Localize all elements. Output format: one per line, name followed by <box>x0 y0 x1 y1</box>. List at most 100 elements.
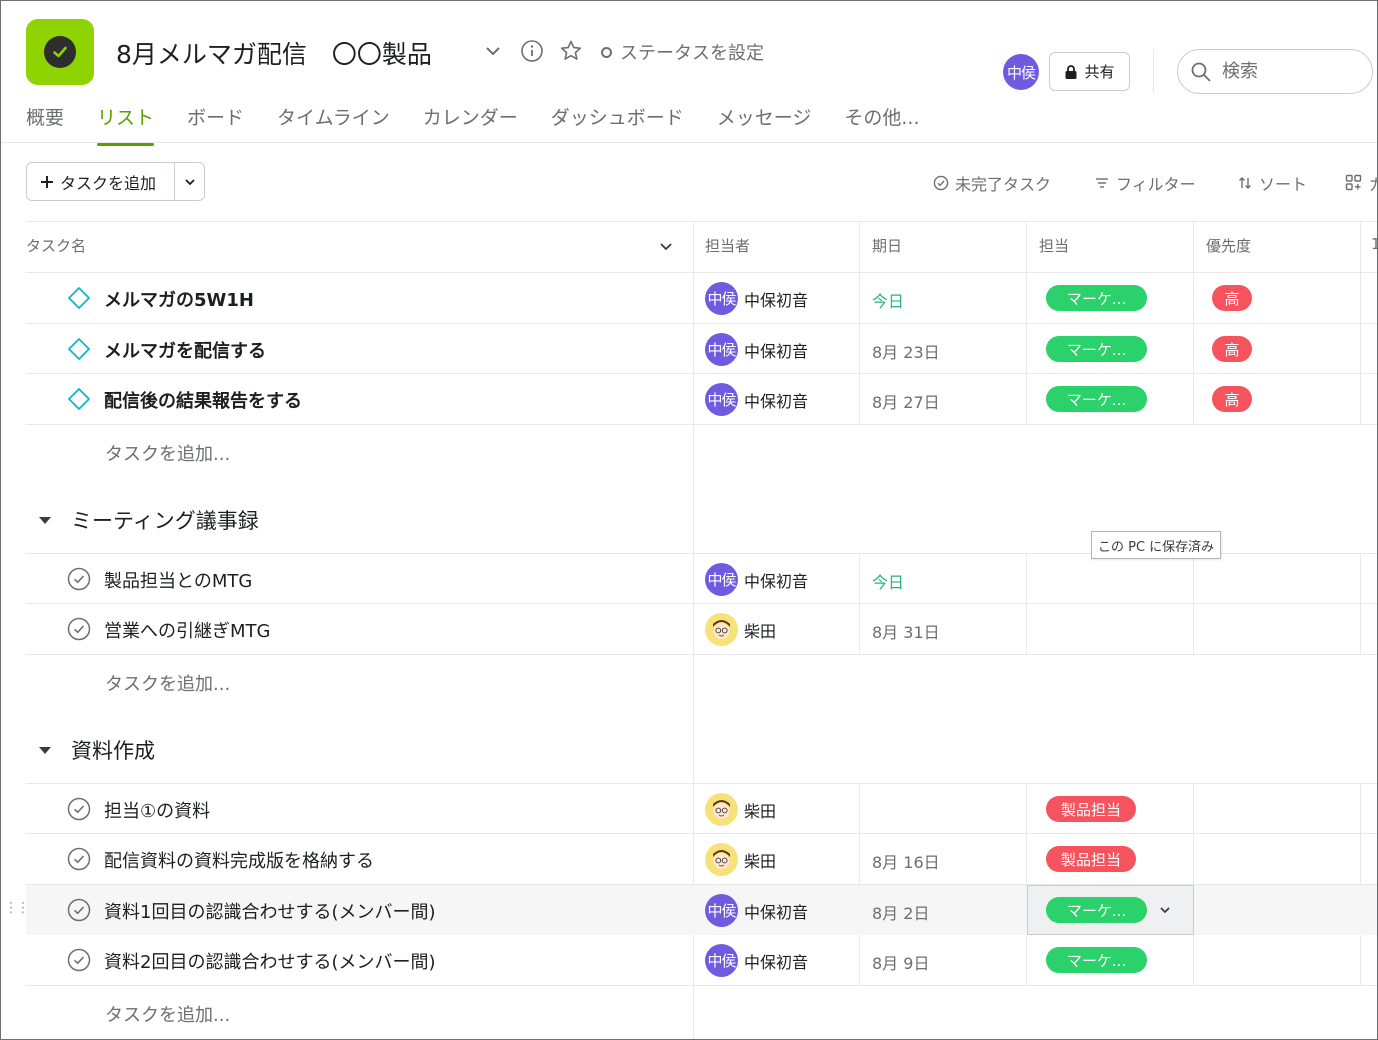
section-header[interactable]: ミーティング議事録 <box>39 505 259 535</box>
info-icon[interactable] <box>520 39 544 63</box>
due-date[interactable]: 今日 <box>872 288 904 312</box>
task-name[interactable]: 配信後の結果報告をする <box>104 387 302 413</box>
task-row[interactable]: メルマガの5W1H 中侯 中保初音 今日 マーケ... 高 <box>26 273 1377 323</box>
add-task-row[interactable]: タスクを追加... <box>105 670 230 696</box>
task-row[interactable]: 担当①の資料 柴田 製品担当 <box>26 784 1377 834</box>
due-date[interactable]: 8月 27日 <box>872 389 940 413</box>
owner-tag[interactable]: マーケ... <box>1046 336 1147 362</box>
task-name[interactable]: メルマガを配信する <box>104 337 266 363</box>
tab-dashboard[interactable]: ダッシュボード <box>551 101 684 146</box>
tab-calendar[interactable]: カレンダー <box>423 101 518 146</box>
milestone-diamond-icon[interactable] <box>67 387 91 411</box>
task-row[interactable]: ⋮⋮ 資料1回目の認識合わせする(メンバー間) 中侯 中保初音 8月 2日 マー… <box>4 885 1377 935</box>
column-header-assignee[interactable]: 担当者 <box>705 235 750 256</box>
due-date[interactable]: 8月 16日 <box>872 849 940 873</box>
section-title[interactable]: ミーティング議事録 <box>71 505 259 535</box>
due-date[interactable]: 8月 9日 <box>872 950 929 974</box>
incomplete-tasks-filter[interactable]: 未完了タスク <box>933 171 1051 195</box>
add-task-button[interactable]: タスクを追加 <box>27 163 175 200</box>
task-name[interactable]: 配信資料の資料完成版を格納する <box>104 847 374 873</box>
owner-tag[interactable]: マーケ... <box>1046 947 1147 973</box>
check-circle-icon[interactable] <box>67 567 91 591</box>
member-avatar[interactable]: 中侯 <box>1003 54 1039 90</box>
task-row[interactable]: 製品担当とのMTG 中侯 中保初音 今日 <box>26 554 1377 604</box>
milestone-diamond-icon[interactable] <box>67 286 91 310</box>
set-status-button[interactable]: ステータスを設定 <box>601 39 764 65</box>
sort-button[interactable]: ソート <box>1237 171 1307 195</box>
check-circle-icon[interactable] <box>67 847 91 871</box>
assignee-name: 中保初音 <box>744 391 809 411</box>
project-tabs: 概要 リスト ボード タイムライン カレンダー ダッシュボード メッセージ その… <box>26 101 953 146</box>
task-name[interactable]: 営業への引継ぎMTG <box>104 617 270 643</box>
task-name[interactable]: 資料1回目の認識合わせする(メンバー間) <box>104 898 436 924</box>
check-circle-icon[interactable] <box>67 617 91 641</box>
task-row[interactable]: 資料2回目の認識合わせする(メンバー間) 中侯 中保初音 8月 9日 マーケ..… <box>26 935 1377 985</box>
assignee-cell[interactable]: 中侯 中保初音 <box>705 282 808 315</box>
column-header-task-name[interactable]: タスク名 <box>26 235 86 256</box>
check-circle-icon[interactable] <box>67 948 91 972</box>
owner-tag[interactable]: 製品担当 <box>1046 846 1136 872</box>
assignee-cell[interactable]: 中侯 中保初音 <box>705 383 808 416</box>
tab-list[interactable]: リスト <box>97 101 155 146</box>
priority-tag[interactable]: 高 <box>1212 386 1252 412</box>
add-task-row[interactable]: タスクを追加... <box>105 440 230 466</box>
task-row[interactable]: 配信資料の資料完成版を格納する 柴田 8月 16日 製品担当 <box>26 834 1377 884</box>
column-header-priority[interactable]: 優先度 <box>1206 235 1251 256</box>
priority-tag[interactable]: 高 <box>1212 285 1252 311</box>
column-header-owner[interactable]: 担当 <box>1039 235 1069 256</box>
check-circle-icon[interactable] <box>67 797 91 821</box>
check-circle-icon[interactable] <box>67 898 91 922</box>
section-header[interactable]: 資料作成 <box>39 735 155 765</box>
task-name[interactable]: 製品担当とのMTG <box>104 567 252 593</box>
drag-handle-icon[interactable]: ⋮⋮ <box>4 900 30 916</box>
task-name[interactable]: 資料2回目の認識合わせする(メンバー間) <box>104 948 436 974</box>
group-button[interactable]: ガ <box>1345 171 1377 195</box>
search-input[interactable] <box>1222 61 1352 82</box>
owner-tag[interactable]: マーケ... <box>1046 285 1147 311</box>
task-row[interactable]: 配信後の結果報告をする 中侯 中保初音 8月 27日 マーケ... 高 <box>26 374 1377 424</box>
owner-tag[interactable]: 製品担当 <box>1046 796 1136 822</box>
assignee-cell[interactable]: 中侯 中保初音 <box>705 944 808 977</box>
due-date[interactable]: 8月 23日 <box>872 339 940 363</box>
task-name[interactable]: メルマガの5W1H <box>104 286 254 312</box>
due-date[interactable]: 8月 31日 <box>872 619 940 643</box>
star-icon[interactable] <box>559 39 583 63</box>
search-box[interactable] <box>1177 49 1373 94</box>
saved-tooltip: この PC に保存済み <box>1091 531 1222 559</box>
task-name[interactable]: 担当①の資料 <box>104 797 210 823</box>
assignee-cell[interactable]: 柴田 <box>705 843 776 876</box>
tab-overview[interactable]: 概要 <box>26 101 64 146</box>
add-task-dropdown[interactable] <box>175 163 204 200</box>
avatar: 中侯 <box>705 383 738 416</box>
assignee-cell[interactable]: 柴田 <box>705 613 776 646</box>
chevron-down-icon[interactable] <box>658 238 674 258</box>
due-date[interactable]: 今日 <box>872 569 904 593</box>
priority-tag[interactable]: 高 <box>1212 336 1252 362</box>
assignee-cell[interactable]: 中侯 中保初音 <box>705 894 808 927</box>
chevron-down-icon[interactable] <box>481 39 505 63</box>
column-header-due-date[interactable]: 期日 <box>872 235 902 256</box>
owner-tag[interactable]: マーケ... <box>1046 897 1147 923</box>
filter-button[interactable]: フィルター <box>1094 171 1196 195</box>
assignee-cell[interactable]: 柴田 <box>705 793 776 826</box>
add-task-row[interactable]: タスクを追加... <box>105 1001 230 1027</box>
project-title[interactable]: 8月メルマガ配信 〇〇製品 <box>116 35 432 71</box>
task-row[interactable]: 営業への引継ぎMTG 柴田 8月 31日 <box>26 604 1377 654</box>
task-row[interactable]: メルマガを配信する 中侯 中保初音 8月 23日 マーケ... 高 <box>26 324 1377 374</box>
tab-messages[interactable]: メッセージ <box>717 101 812 146</box>
milestone-diamond-icon[interactable] <box>67 337 91 361</box>
caret-down-icon[interactable] <box>39 516 51 524</box>
column-header-extra[interactable]: 1 <box>1371 235 1377 253</box>
assignee-cell[interactable]: 中侯 中保初音 <box>705 333 808 366</box>
caret-down-icon[interactable] <box>39 746 51 754</box>
chevron-down-icon[interactable] <box>1158 903 1172 917</box>
section-title[interactable]: 資料作成 <box>71 735 155 765</box>
tab-timeline[interactable]: タイムライン <box>277 101 390 146</box>
tab-more[interactable]: その他... <box>844 101 919 146</box>
due-date[interactable]: 8月 2日 <box>872 900 929 924</box>
tab-board[interactable]: ボード <box>187 101 244 146</box>
assignee-cell[interactable]: 中侯 中保初音 <box>705 563 808 596</box>
project-icon[interactable] <box>26 19 94 85</box>
owner-tag[interactable]: マーケ... <box>1046 386 1147 412</box>
share-button[interactable]: 共有 <box>1049 52 1130 91</box>
